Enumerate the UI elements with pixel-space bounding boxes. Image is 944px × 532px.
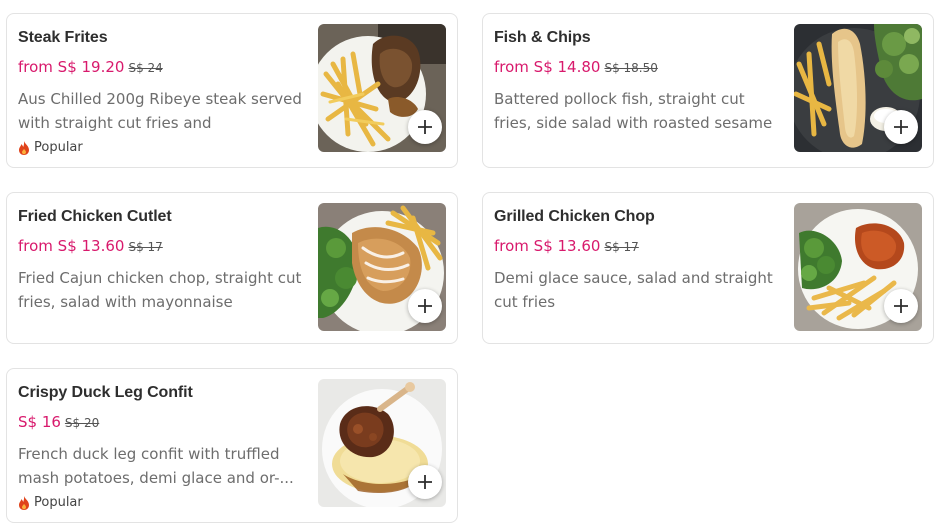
menu-item-price: from S$ 19.20	[18, 58, 125, 76]
menu-item-original-price: S$ 17	[604, 240, 639, 254]
menu-item-price: from S$ 13.60	[18, 237, 125, 255]
menu-item-card[interactable]: Crispy Duck Leg Confit S$ 16 S$ 20 French…	[6, 368, 458, 523]
menu-item-original-price: S$ 17	[128, 240, 163, 254]
popular-label: Popular	[34, 495, 83, 510]
flame-icon	[19, 140, 29, 155]
plus-icon	[418, 299, 432, 313]
grilled-chicken-photo[interactable]	[794, 203, 922, 331]
add-to-cart-button[interactable]	[408, 289, 442, 323]
popular-badge: Popular	[18, 495, 310, 510]
menu-item-price: from S$ 13.60	[494, 237, 601, 255]
menu-item-price: from S$ 14.80	[494, 58, 601, 76]
plus-icon	[894, 120, 908, 134]
menu-item-info: Crispy Duck Leg Confit S$ 16 S$ 20 French…	[18, 379, 310, 510]
menu-item-price: S$ 16	[18, 413, 61, 431]
chicken-cutlet-photo[interactable]	[318, 203, 446, 331]
menu-item-price-row: from S$ 19.20 S$ 24	[18, 57, 310, 78]
plus-icon	[894, 299, 908, 313]
popular-badge: Popular	[18, 140, 310, 155]
menu-item-name: Fried Chicken Cutlet	[18, 208, 172, 225]
duck-confit-photo[interactable]	[318, 379, 446, 507]
add-to-cart-button[interactable]	[408, 110, 442, 144]
add-to-cart-button[interactable]	[408, 465, 442, 499]
menu-item-price-row: S$ 16 S$ 20	[18, 412, 310, 433]
menu-item-description: Battered pollock fish, straight cut frie…	[494, 90, 773, 132]
menu-item-description: Aus Chilled 200g Ribeye steak served wit…	[18, 90, 302, 132]
menu-item-description: French duck leg confit with truffled mas…	[18, 445, 294, 487]
menu-item-name: Steak Frites	[18, 29, 108, 46]
menu-item-description: Fried Cajun chicken chop, straight cut f…	[18, 269, 302, 311]
plus-icon	[418, 475, 432, 489]
menu-item-card[interactable]: Steak Frites from S$ 19.20 S$ 24 Aus Chil…	[6, 13, 458, 168]
menu-item-price-row: from S$ 13.60 S$ 17	[18, 236, 310, 257]
menu-item-info: Fish & Chips from S$ 14.80 S$ 18.50 Batte…	[494, 24, 786, 135]
menu-item-card[interactable]: Fish & Chips from S$ 14.80 S$ 18.50 Batte…	[482, 13, 934, 168]
menu-item-name: Grilled Chicken Chop	[494, 208, 655, 225]
menu-item-name: Crispy Duck Leg Confit	[18, 384, 193, 401]
menu-item-original-price: S$ 18.50	[604, 61, 658, 75]
steak-frites-photo[interactable]	[318, 24, 446, 152]
flame-icon	[19, 495, 29, 510]
add-to-cart-button[interactable]	[884, 289, 918, 323]
fish-and-chips-photo[interactable]	[794, 24, 922, 152]
menu-item-card[interactable]: Fried Chicken Cutlet from S$ 13.60 S$ 17 …	[6, 192, 458, 344]
menu-item-name: Fish & Chips	[494, 29, 591, 46]
menu-item-info: Grilled Chicken Chop from S$ 13.60 S$ 17 …	[494, 203, 786, 314]
menu-item-original-price: S$ 24	[128, 61, 163, 75]
menu-item-info: Fried Chicken Cutlet from S$ 13.60 S$ 17 …	[18, 203, 310, 314]
popular-label: Popular	[34, 140, 83, 155]
menu-item-price-row: from S$ 14.80 S$ 18.50	[494, 57, 786, 78]
menu-item-description: Demi glace sauce, salad and straight cut…	[494, 269, 773, 311]
menu-item-price-row: from S$ 13.60 S$ 17	[494, 236, 786, 257]
plus-icon	[418, 120, 432, 134]
menu-item-card[interactable]: Grilled Chicken Chop from S$ 13.60 S$ 17 …	[482, 192, 934, 344]
menu-item-info: Steak Frites from S$ 19.20 S$ 24 Aus Chil…	[18, 24, 310, 155]
menu-item-original-price: S$ 20	[64, 416, 100, 430]
add-to-cart-button[interactable]	[884, 110, 918, 144]
